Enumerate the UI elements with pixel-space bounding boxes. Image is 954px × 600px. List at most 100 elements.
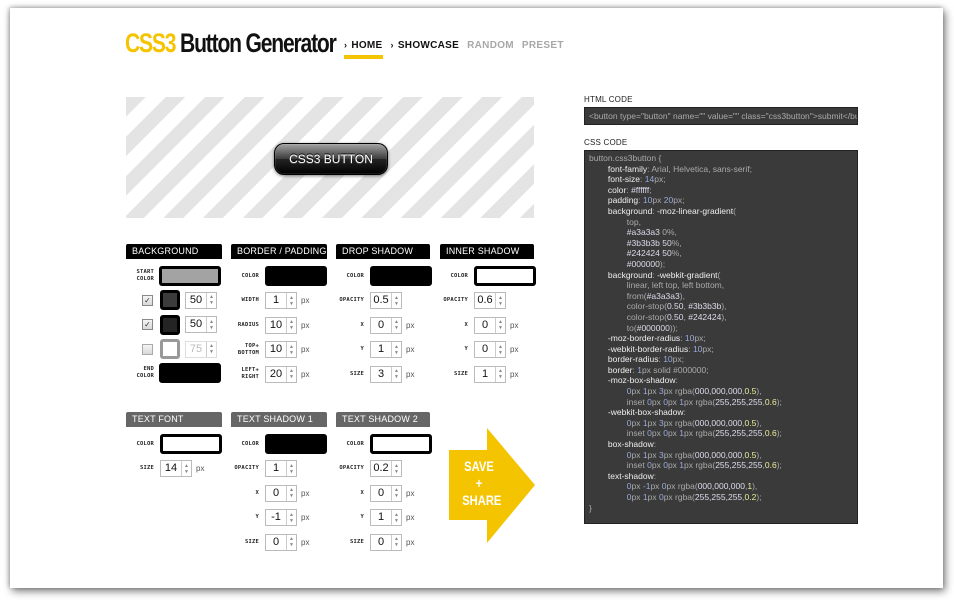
spinner-value[interactable]: 0 — [371, 535, 391, 550]
chevron-down-icon[interactable]: ▼ — [289, 518, 294, 524]
chevron-down-icon[interactable]: ▼ — [394, 325, 399, 331]
color-swatch[interactable] — [370, 266, 432, 286]
chevron-down-icon[interactable]: ▼ — [289, 469, 294, 475]
spinner-value[interactable]: 0 — [371, 486, 391, 501]
field-spinner[interactable]: 10 ▲ ▼ — [265, 341, 297, 358]
start-color-swatch[interactable] — [159, 266, 221, 286]
chevron-down-icon[interactable]: ▼ — [209, 325, 214, 331]
spinner-value[interactable]: 50 — [186, 317, 206, 332]
spinner-arrows[interactable]: ▲ ▼ — [206, 292, 216, 308]
chevron-down-icon[interactable]: ▼ — [209, 300, 214, 306]
nav-preset[interactable]: PRESET — [522, 40, 564, 59]
spinner-value[interactable]: 20 — [266, 367, 286, 382]
field-spinner[interactable]: 0.5 ▲ ▼ — [370, 292, 402, 309]
field-spinner[interactable]: 0 ▲ ▼ — [370, 533, 402, 551]
field-spinner[interactable]: 0 ▲ ▼ — [265, 533, 297, 551]
field-spinner[interactable]: 0.6 ▲ ▼ — [474, 292, 506, 309]
field-spinner[interactable]: 14 ▲ ▼ — [160, 460, 192, 477]
html-code-field[interactable]: <button type="button" name="" value="" c… — [584, 107, 858, 125]
spinner-arrows[interactable]: ▲ ▼ — [391, 293, 401, 308]
chevron-down-icon[interactable]: ▼ — [498, 374, 503, 380]
spinner-value[interactable]: 0 — [266, 486, 286, 501]
field-spinner[interactable]: 1 ▲ ▼ — [370, 509, 402, 526]
field-spinner[interactable]: 1 ▲ ▼ — [474, 365, 506, 383]
chevron-down-icon[interactable]: ▼ — [498, 301, 503, 307]
field-spinner[interactable]: 20 ▲ ▼ — [265, 365, 297, 383]
spinner-value[interactable]: 0.5 — [371, 293, 391, 308]
stop-checkbox[interactable]: ✓ — [142, 294, 153, 306]
color-swatch[interactable] — [474, 266, 536, 286]
nav-showcase[interactable]: › SHOWCASE — [391, 40, 460, 59]
spinner-arrows[interactable]: ▲ ▼ — [391, 485, 401, 501]
spinner-arrows[interactable]: ▲ ▼ — [286, 293, 296, 308]
chevron-down-icon[interactable]: ▼ — [289, 350, 294, 356]
spinner-value[interactable]: 1 — [266, 293, 286, 308]
spinner-value[interactable]: 1 — [475, 367, 495, 382]
color-swatch[interactable] — [370, 434, 432, 454]
chevron-down-icon[interactable]: ▼ — [394, 350, 399, 356]
spinner-value[interactable]: 14 — [161, 461, 181, 476]
chevron-down-icon[interactable]: ▼ — [394, 518, 399, 524]
stop-position-spinner[interactable]: 50 ▲ ▼ — [185, 291, 217, 309]
spinner-value[interactable]: 0.6 — [475, 293, 495, 308]
spinner-arrows[interactable]: ▲ ▼ — [286, 342, 296, 357]
field-spinner[interactable]: 0.2 ▲ ▼ — [370, 460, 402, 477]
spinner-arrows[interactable]: ▲ ▼ — [495, 293, 505, 308]
spinner-value[interactable]: 3 — [371, 367, 391, 382]
field-spinner[interactable]: -1 ▲ ▼ — [265, 509, 297, 526]
spinner-arrows[interactable]: ▲ ▼ — [391, 461, 401, 476]
chevron-down-icon[interactable]: ▼ — [394, 374, 399, 380]
field-spinner[interactable]: 0 ▲ ▼ — [474, 316, 506, 334]
field-spinner[interactable]: 0 ▲ ▼ — [370, 484, 402, 502]
stop-checkbox[interactable]: ✓ — [142, 319, 153, 330]
chevron-down-icon[interactable]: ▼ — [289, 325, 294, 331]
spinner-value[interactable]: 1 — [371, 510, 391, 525]
chevron-down-icon[interactable]: ▼ — [289, 542, 294, 548]
stop-checkbox[interactable]: ✓ — [142, 343, 153, 355]
field-spinner[interactable]: 1 ▲ ▼ — [370, 341, 402, 358]
spinner-value[interactable]: 1 — [266, 461, 286, 476]
spinner-value[interactable]: 0 — [475, 342, 495, 357]
end-color-swatch[interactable] — [159, 363, 221, 383]
field-spinner[interactable]: 10 ▲ ▼ — [265, 316, 297, 334]
nav-home[interactable]: › HOME — [344, 40, 383, 59]
spinner-arrows[interactable]: ▲ ▼ — [181, 461, 191, 476]
spinner-arrows[interactable]: ▲ ▼ — [391, 317, 401, 333]
nav-random[interactable]: RANDOM — [467, 40, 514, 59]
chevron-down-icon[interactable]: ▼ — [289, 493, 294, 499]
spinner-value[interactable]: 0 — [475, 318, 495, 333]
field-spinner[interactable]: 1 ▲ ▼ — [265, 292, 297, 309]
spinner-value[interactable]: 1 — [371, 342, 391, 357]
stop-color-swatch[interactable] — [160, 314, 180, 335]
spinner-value[interactable]: -1 — [266, 510, 286, 525]
chevron-down-icon[interactable]: ▼ — [289, 374, 294, 380]
field-spinner[interactable]: 0 ▲ ▼ — [370, 316, 402, 334]
spinner-arrows[interactable]: ▲ ▼ — [286, 317, 296, 333]
spinner-value[interactable]: 10 — [266, 318, 286, 333]
spinner-arrows[interactable]: ▲ ▼ — [286, 510, 296, 525]
spinner-arrows[interactable]: ▲ ▼ — [495, 342, 505, 357]
chevron-down-icon[interactable]: ▼ — [498, 325, 503, 331]
css-code-field[interactable]: button.css3button { font-family: Arial, … — [584, 150, 858, 524]
preview-button[interactable]: CSS3 BUTTON — [274, 143, 388, 175]
chevron-down-icon[interactable]: ▼ — [394, 301, 399, 307]
site-logo[interactable]: CSS3 Button Generator — [125, 28, 337, 59]
chevron-down-icon[interactable]: ▼ — [289, 301, 294, 307]
chevron-down-icon[interactable]: ▼ — [498, 350, 503, 356]
spinner-value[interactable]: 0.2 — [371, 461, 391, 476]
spinner-arrows[interactable]: ▲ ▼ — [495, 366, 505, 382]
chevron-down-icon[interactable]: ▼ — [394, 469, 399, 475]
spinner-value[interactable]: 0 — [266, 535, 286, 550]
stop-color-swatch[interactable] — [160, 290, 180, 310]
spinner-arrows[interactable]: ▲ ▼ — [495, 317, 505, 333]
field-spinner[interactable]: 0 ▲ ▼ — [265, 484, 297, 502]
spinner-arrows[interactable]: ▲ ▼ — [286, 366, 296, 382]
field-spinner[interactable]: 3 ▲ ▼ — [370, 365, 402, 383]
spinner-value[interactable]: 0 — [371, 318, 391, 333]
spinner-arrows[interactable]: ▲ ▼ — [286, 461, 296, 476]
spinner-arrows[interactable]: ▲ ▼ — [391, 510, 401, 525]
chevron-down-icon[interactable]: ▼ — [394, 493, 399, 499]
spinner-value[interactable]: 10 — [266, 342, 286, 357]
spinner-value[interactable]: 50 — [186, 293, 206, 308]
chevron-down-icon[interactable]: ▼ — [394, 542, 399, 548]
